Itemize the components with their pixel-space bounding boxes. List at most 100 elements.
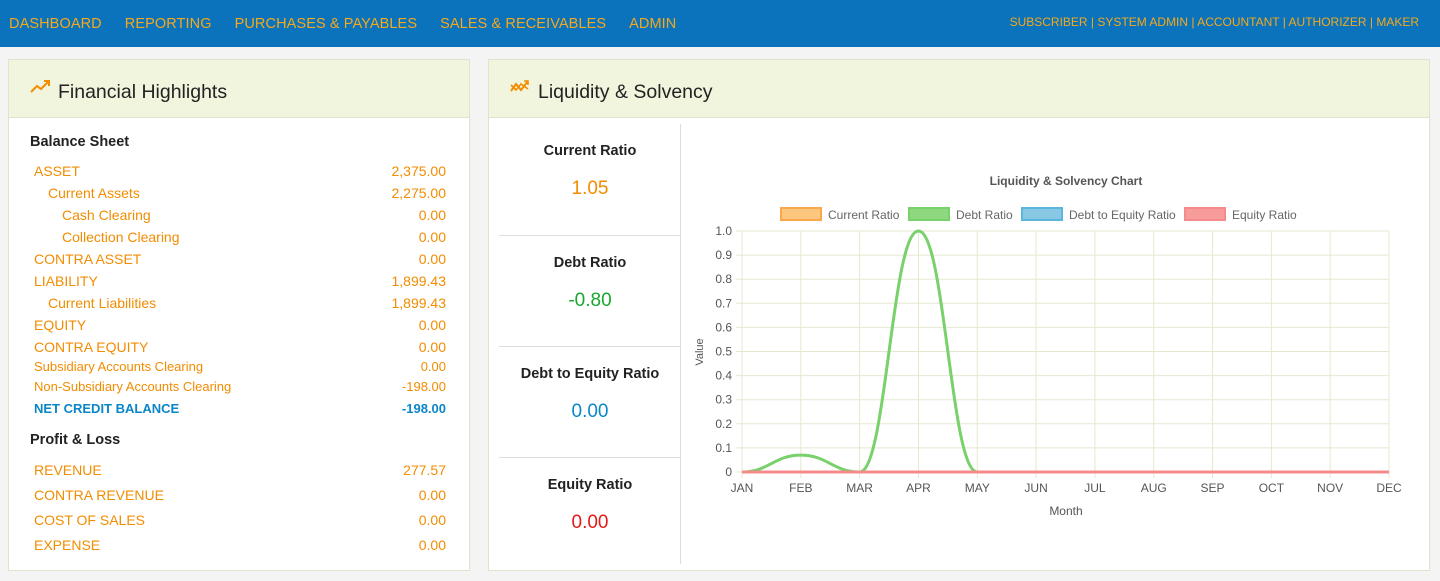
liquidity-solvency-title: Liquidity & Solvency [538, 81, 713, 103]
legend-label: Debt Ratio [956, 208, 1013, 222]
y-tick-label: 0.3 [715, 393, 732, 407]
x-tick-label: APR [906, 481, 931, 495]
legend-swatch [780, 207, 822, 221]
y-tick-label: 0.7 [715, 296, 732, 310]
x-tick-label: OCT [1259, 481, 1285, 495]
x-tick-label: JAN [731, 481, 754, 495]
legend-label: Debt to Equity Ratio [1069, 208, 1176, 222]
ratio-label: Debt to Equity Ratio [520, 366, 660, 382]
balance-sheet-title: Balance Sheet [30, 134, 130, 150]
balance-sheet-row[interactable]: LIABILITY 1,899.43 [34, 273, 446, 291]
balance-sheet-row[interactable]: Current Assets 2,275.00 [34, 185, 446, 203]
y-tick-label: 0.1 [715, 441, 732, 455]
x-tick-label: MAR [846, 481, 873, 495]
row-label: REVENUE [34, 462, 102, 478]
row-value: 0.00 [420, 359, 446, 374]
balance-sheet-row[interactable]: EQUITY 0.00 [34, 317, 446, 335]
legend-swatch [1021, 207, 1063, 221]
y-tick-label: 0.5 [715, 345, 732, 359]
balance-sheet-row[interactable]: Cash Clearing 0.00 [34, 207, 446, 225]
row-label: COST OF SALES [34, 512, 145, 528]
y-tick-label: 0 [725, 465, 732, 479]
financial-highlights-title: Financial Highlights [58, 81, 228, 103]
row-value: 0.00 [418, 339, 446, 355]
row-label: Current Assets [48, 185, 140, 201]
y-tick-label: 0.2 [715, 417, 732, 431]
balance-sheet-row[interactable]: NET CREDIT BALANCE -198.00 [34, 401, 446, 419]
user-roles[interactable]: SUBSCRIBER | SYSTEM ADMIN | ACCOUNTANT |… [1010, 15, 1419, 29]
ratio-value: 0.00 [571, 401, 609, 422]
nav-dashboard[interactable]: DASHBOARD [9, 16, 102, 32]
ratio-value: -0.80 [568, 290, 612, 311]
legend-swatch [1184, 207, 1226, 221]
balance-sheet-row[interactable]: ASSET 2,375.00 [34, 163, 446, 181]
row-label: CONTRA REVENUE [34, 487, 164, 503]
ratio-current: Current Ratio 1.05 [499, 124, 681, 235]
row-value: 0.00 [418, 229, 446, 245]
balance-sheet-row[interactable]: Current Liabilities 1,899.43 [34, 295, 446, 313]
x-tick-label: SEP [1201, 481, 1225, 495]
y-tick-label: 0.4 [715, 369, 732, 383]
row-label: LIABILITY [34, 273, 98, 289]
row-value: 1,899.43 [391, 273, 447, 289]
legend-label: Equity Ratio [1232, 208, 1297, 222]
financial-highlights-panel: Financial Highlights Balance Sheet ASSET… [8, 59, 470, 571]
x-tick-label: DEC [1376, 481, 1402, 495]
profit-loss-row[interactable]: COST OF SALES 0.00 [34, 512, 446, 530]
row-label: EQUITY [34, 317, 87, 333]
nav-sales-receivables[interactable]: SALES & RECEIVABLES [440, 16, 606, 32]
y-tick-label: 0.9 [715, 248, 732, 262]
x-axis-title: Month [1049, 504, 1082, 518]
row-label: Current Liabilities [48, 295, 157, 311]
nav-admin[interactable]: ADMIN [629, 16, 676, 32]
balance-sheet-row[interactable]: Non-Subsidiary Accounts Clearing -198.00 [34, 379, 446, 397]
y-tick-label: 1.0 [715, 224, 732, 238]
x-tick-label: AUG [1141, 481, 1167, 495]
trend-chart-icon [510, 80, 529, 92]
y-axis-title: Value [694, 338, 706, 365]
row-value: 0.00 [418, 317, 446, 333]
row-value: -198.00 [401, 379, 446, 394]
row-label: CONTRA EQUITY [34, 339, 149, 355]
row-value: 0.00 [418, 251, 446, 267]
legend-label: Current Ratio [828, 208, 900, 222]
liquidity-solvency-chart: Liquidity & Solvency Chart Current Ratio D… [694, 174, 1402, 518]
ratio-list: Current Ratio 1.05 Debt Ratio -0.80 Debt… [499, 124, 681, 564]
row-label: EXPENSE [34, 537, 101, 553]
ratio-label: Debt Ratio [553, 255, 627, 271]
balance-sheet-row[interactable]: CONTRA ASSET 0.00 [34, 251, 446, 269]
x-tick-label: JUN [1024, 481, 1047, 495]
balance-sheet-row[interactable]: Subsidiary Accounts Clearing 0.00 [34, 359, 446, 377]
ratio-label: Current Ratio [543, 143, 637, 159]
x-tick-label: FEB [789, 481, 812, 495]
ratio-value: 1.05 [571, 178, 609, 199]
profit-loss-row[interactable]: CONTRA REVENUE 0.00 [34, 487, 446, 505]
chart-title: Liquidity & Solvency Chart [990, 174, 1143, 188]
balance-sheet-row[interactable]: CONTRA EQUITY 0.00 [34, 339, 446, 357]
row-label: ASSET [34, 163, 80, 179]
liquidity-solvency-panel: Liquidity & Solvency Current Ratio 1.05 … [488, 59, 1430, 571]
row-value: 2,275.00 [391, 185, 447, 201]
ratio-equity: Equity Ratio 0.00 [499, 457, 681, 568]
financial-highlights-header: Financial Highlights [9, 60, 469, 118]
profit-loss-title: Profit & Loss [30, 432, 121, 448]
row-label: CONTRA ASSET [34, 251, 142, 267]
row-label: NET CREDIT BALANCE [34, 401, 180, 416]
balance-sheet-row[interactable]: Collection Clearing 0.00 [34, 229, 446, 247]
row-value: 0.00 [418, 512, 446, 528]
x-tick-label: MAY [965, 481, 990, 495]
nav-reporting[interactable]: REPORTING [125, 16, 212, 32]
liquidity-solvency-header: Liquidity & Solvency [489, 60, 1429, 118]
row-label: Non-Subsidiary Accounts Clearing [34, 379, 232, 394]
nav-purchases-payables[interactable]: PURCHASES & PAYABLES [235, 16, 418, 32]
y-tick-label: 0.8 [715, 272, 732, 286]
row-value: 277.57 [403, 462, 446, 478]
ratio-debt: Debt Ratio -0.80 [499, 235, 681, 346]
row-value: 0.00 [418, 487, 446, 503]
profit-loss-row[interactable]: EXPENSE 0.00 [34, 537, 446, 555]
main-menu: DASHBOARD REPORTING PURCHASES & PAYABLES… [0, 0, 690, 47]
profit-loss-row[interactable]: REVENUE 277.57 [34, 462, 446, 480]
row-value: 0.00 [418, 537, 446, 553]
row-value: 1,899.43 [391, 295, 447, 311]
y-tick-label: 0.6 [715, 320, 732, 334]
